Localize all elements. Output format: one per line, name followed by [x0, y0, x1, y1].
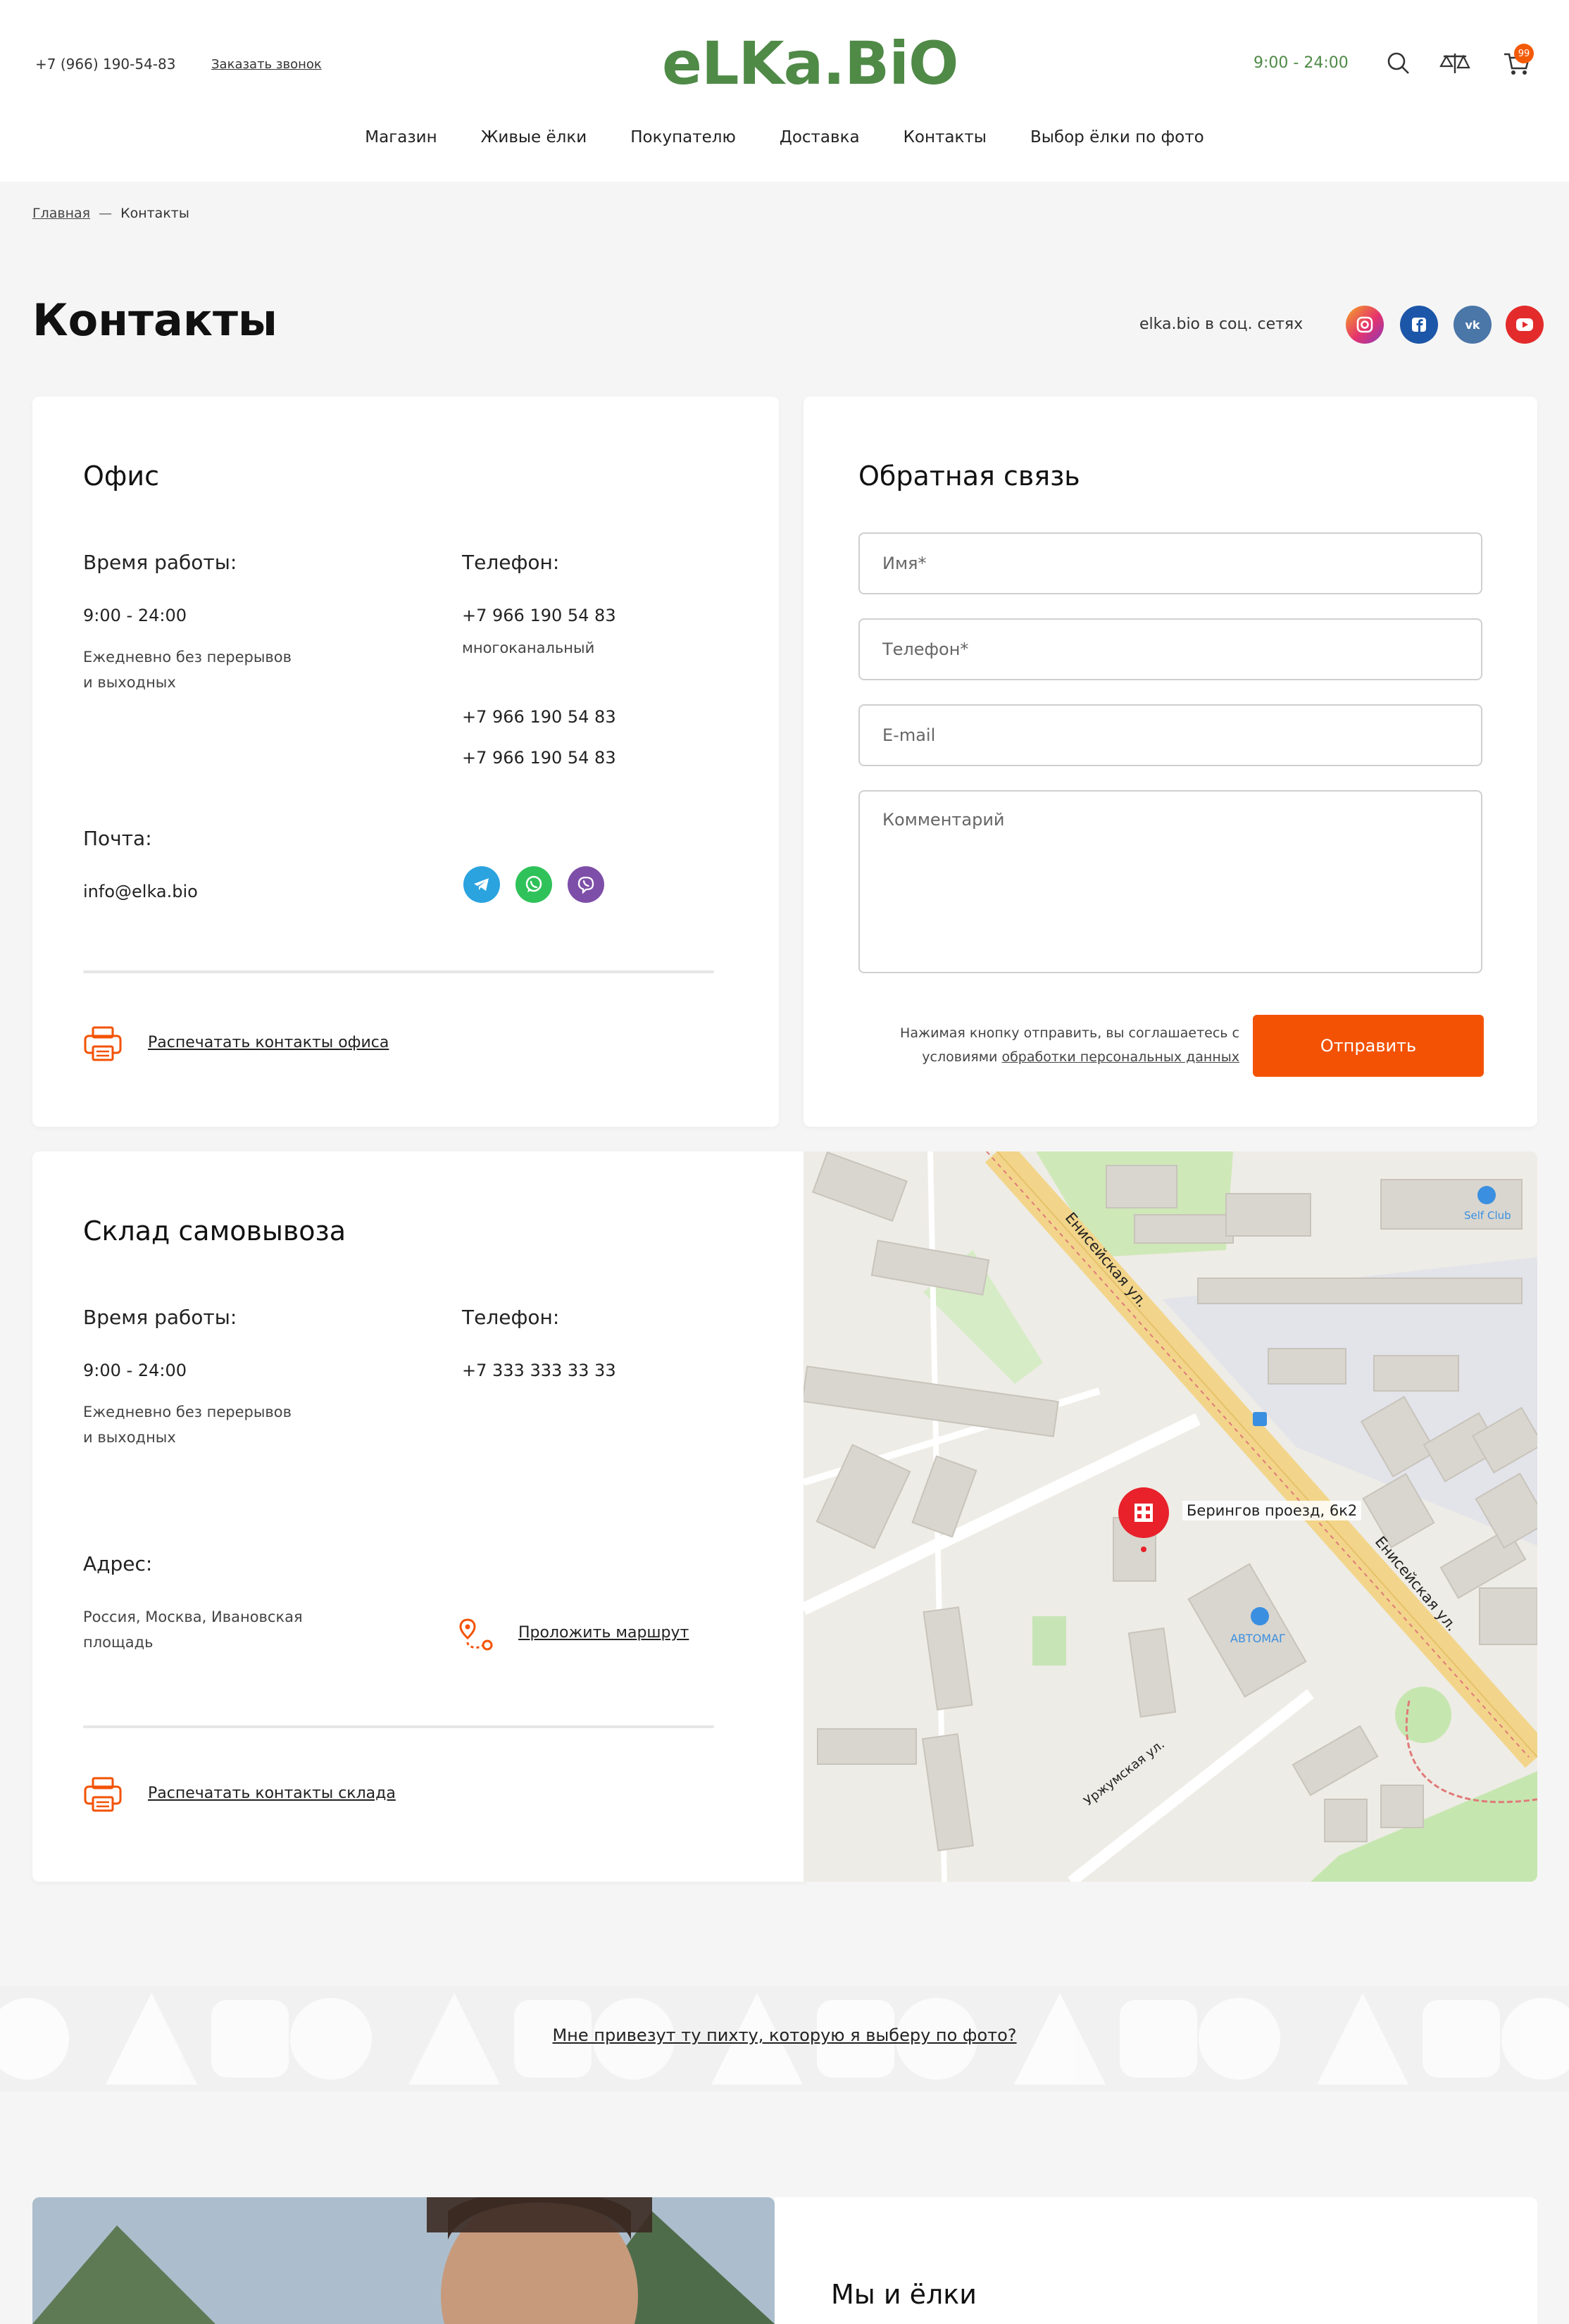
- warehouse-hours: 9:00 - 24:00: [83, 1361, 187, 1380]
- warehouse-hours-note-line-1: Ежедневно без перерывов: [83, 1404, 292, 1420]
- warehouse-address-line-1: Россия, Москва, Ивановская: [83, 1608, 303, 1625]
- callback-link[interactable]: Заказать звонок: [211, 57, 322, 72]
- social-label: elka.bio в соц. сетях: [1139, 316, 1304, 333]
- warehouse-hours-note-line-2: и выходных: [83, 1429, 176, 1446]
- office-hours-note-line-1: Ежедневно без перерывов: [83, 649, 292, 666]
- team-photo: [32, 2197, 775, 2324]
- warehouse-address-line-2: площадь: [83, 1634, 154, 1651]
- warehouse-title: Склад самовывоза: [83, 1216, 346, 1247]
- warehouse-card: [32, 1151, 807, 1882]
- warehouse-address-label: Адрес:: [83, 1552, 153, 1575]
- warehouse-hours-note: Ежедневно без перерывов и выходных: [83, 1399, 292, 1450]
- consent-link[interactable]: обработки персональных данных: [1001, 1049, 1239, 1065]
- youtube-icon[interactable]: [1506, 306, 1544, 344]
- office-hours-note: Ежедневно без перерывов и выходных: [83, 644, 292, 695]
- nav-item-live-trees[interactable]: Живые ёлки: [481, 128, 587, 146]
- breadcrumb-separator: —: [99, 206, 113, 221]
- breadcrumb-current: Контакты: [120, 206, 189, 221]
- consent-text: Нажимая кнопку отправить, вы соглашаетес…: [845, 1021, 1239, 1069]
- nav-item-buyer[interactable]: Покупателю: [630, 128, 736, 146]
- compare-icon[interactable]: [1437, 45, 1473, 82]
- warehouse-hours-label: Время работы:: [83, 1306, 237, 1329]
- print-warehouse-link[interactable]: Распечатать контакты склада: [148, 1785, 396, 1802]
- warehouse-divider: [83, 1725, 714, 1728]
- office-title: Офис: [83, 461, 159, 492]
- office-phone-3[interactable]: +7 966 190 54 83: [462, 748, 616, 768]
- office-phone-label: Телефон:: [462, 551, 560, 574]
- site-header: +7 (966) 190-54-83 Заказать звонок eLKa.…: [0, 0, 1569, 182]
- office-hours: 9:00 - 24:00: [83, 606, 187, 625]
- name-field[interactable]: [858, 532, 1482, 594]
- whatsapp-icon[interactable]: [515, 866, 552, 903]
- warehouse-phone[interactable]: +7 333 333 33 33: [462, 1361, 616, 1380]
- office-divider: [83, 970, 714, 973]
- office-phone-1-note: многоканальный: [462, 639, 595, 656]
- route-icon[interactable]: [458, 1617, 494, 1654]
- nav-item-shop[interactable]: Магазин: [365, 128, 437, 146]
- office-hours-note-line-2: и выходных: [83, 674, 176, 691]
- header-hours: 9:00 - 24:00: [1254, 54, 1349, 72]
- vk-icon[interactable]: vk: [1454, 306, 1492, 344]
- office-phone-2[interactable]: +7 966 190 54 83: [462, 707, 616, 727]
- viber-icon[interactable]: [568, 866, 604, 903]
- page-title: Контакты: [32, 294, 277, 346]
- name-input[interactable]: [860, 534, 1481, 593]
- telegram-icon[interactable]: [463, 866, 500, 903]
- instagram-icon[interactable]: [1346, 306, 1384, 344]
- cart-badge: 99: [1514, 44, 1534, 63]
- office-card: [32, 396, 779, 1127]
- header-phone[interactable]: +7 (966) 190-54-83: [35, 56, 175, 73]
- promo-link[interactable]: Мне привезут ту пихту, которую я выберу …: [0, 2025, 1569, 2045]
- comment-field[interactable]: [858, 790, 1482, 973]
- map[interactable]: Берингов проезд, 6к2 Енисейская ул. Енис…: [804, 1151, 1537, 1882]
- cart-icon[interactable]: 99: [1499, 44, 1535, 82]
- print-office-link[interactable]: Распечатать контакты офиса: [148, 1034, 389, 1051]
- map-poi-label: Self Club: [1464, 1209, 1511, 1222]
- map-canvas: [804, 1151, 1537, 1882]
- search-icon[interactable]: [1380, 45, 1417, 82]
- breadcrumb: Главная — Контакты: [32, 206, 189, 221]
- main-nav: Магазин Живые ёлки Покупателю Доставка К…: [0, 128, 1569, 146]
- submit-button[interactable]: Отправить: [1253, 1015, 1484, 1077]
- nav-item-delivery[interactable]: Доставка: [780, 128, 860, 146]
- office-mail[interactable]: info@elka.bio: [83, 882, 198, 901]
- office-phone-1[interactable]: +7 966 190 54 83: [462, 606, 616, 625]
- warehouse-phone-label: Телефон:: [462, 1306, 560, 1329]
- feedback-title: Обратная связь: [858, 461, 1080, 492]
- facebook-icon[interactable]: [1400, 306, 1438, 344]
- nav-item-photo-choice[interactable]: Выбор ёлки по фото: [1030, 128, 1204, 146]
- phone-field[interactable]: [858, 618, 1482, 680]
- printer-icon[interactable]: [83, 1025, 123, 1062]
- warehouse-address: Россия, Москва, Ивановская площадь: [83, 1604, 303, 1655]
- phone-input[interactable]: [860, 620, 1481, 679]
- office-mail-label: Почта:: [83, 827, 152, 850]
- logo[interactable]: eLKa.BiO: [662, 28, 958, 99]
- about-title: Мы и ёлки: [831, 2279, 977, 2310]
- printer-icon[interactable]: [83, 1776, 123, 1813]
- map-pin-label[interactable]: Берингов проезд, 6к2: [1182, 1501, 1362, 1520]
- map-poi-label: АВТОМАГ: [1230, 1632, 1286, 1645]
- email-input[interactable]: [860, 706, 1481, 765]
- breadcrumb-home[interactable]: Главная: [32, 206, 90, 221]
- route-link[interactable]: Проложить маршрут: [518, 1624, 689, 1642]
- office-hours-label: Время работы:: [83, 551, 237, 574]
- comment-input[interactable]: [860, 792, 1481, 972]
- nav-item-contacts[interactable]: Контакты: [904, 128, 987, 146]
- email-field[interactable]: [858, 704, 1482, 766]
- svg-text:vk: vk: [1465, 318, 1480, 332]
